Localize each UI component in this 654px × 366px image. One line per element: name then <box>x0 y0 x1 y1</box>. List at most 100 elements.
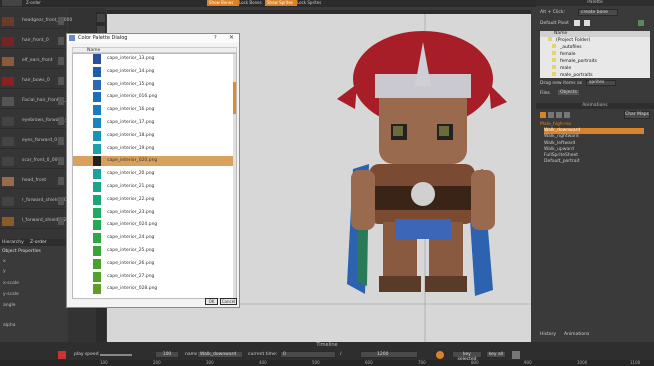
layer-row[interactable]: scar_front_0_000 <box>0 155 67 169</box>
tab-zorder[interactable]: Z-order <box>30 240 47 245</box>
layer-row[interactable]: r_forward_shield0_0 <box>0 195 67 209</box>
tab-history[interactable]: History <box>540 332 556 337</box>
animation-item[interactable]: Walk_leftward <box>544 141 644 147</box>
layer-row[interactable]: l_forward_shield0_2 <box>0 215 67 229</box>
palette-name: cape_interior_26.png <box>107 260 155 266</box>
palette-row[interactable]: cape_interior_15.png <box>73 79 236 90</box>
pivot-icon[interactable] <box>574 20 580 26</box>
key-all-button[interactable]: key all <box>486 351 506 358</box>
tree-item[interactable]: (Project Folder) <box>548 37 648 43</box>
refresh-icon[interactable] <box>638 20 644 26</box>
layer-row[interactable]: hair_front_0 <box>0 35 67 49</box>
tab-files[interactable]: Files <box>540 91 550 96</box>
visibility-icon[interactable] <box>58 97 64 105</box>
palette-row[interactable]: cape_interior_27.png <box>73 271 236 282</box>
palette-swatch <box>93 207 101 218</box>
palette-row[interactable]: cape_interior_20.png <box>73 169 236 180</box>
create-bone-select[interactable]: create bone <box>578 9 618 16</box>
visibility-icon[interactable] <box>58 37 64 45</box>
close-icon[interactable]: ✕ <box>229 34 234 41</box>
play-speed-value[interactable]: 100 <box>155 351 179 358</box>
layer-row[interactable]: headgear_front_0_000 <box>0 15 72 29</box>
layer-row[interactable]: head_front <box>0 175 67 189</box>
ok-button[interactable]: OK <box>205 298 218 305</box>
select-tool-icon[interactable] <box>97 14 105 22</box>
visibility-icon[interactable] <box>58 117 64 125</box>
palette-row[interactable]: cape_interior_22.png <box>73 194 236 205</box>
lock-sprites-toggle[interactable]: Lock Sprites <box>295 0 327 6</box>
palette-row[interactable]: cape_interior_14.png <box>73 66 236 77</box>
cancel-button[interactable]: Cancel <box>220 298 237 305</box>
list-scrollbar[interactable] <box>233 54 236 300</box>
record-icon[interactable] <box>58 351 66 359</box>
palette-row[interactable]: cape_interior_23.png <box>73 207 236 218</box>
animation-item[interactable]: Default_portrait <box>544 159 644 165</box>
help-icon[interactable]: ? <box>214 35 217 41</box>
folder-icon[interactable] <box>556 112 562 118</box>
arrow-icon[interactable] <box>12 0 22 6</box>
tree-item[interactable]: male_portraits <box>552 72 652 78</box>
tab-objects[interactable]: Objects <box>558 90 580 95</box>
scrollbar-thumb[interactable] <box>233 82 236 114</box>
palette-row[interactable]: cape_interior_016.png <box>73 92 236 103</box>
key-icon[interactable] <box>436 351 444 359</box>
timeline-ruler[interactable]: 100 200 300 400 500 600 700 800 900 1000 1100 <box>0 360 654 366</box>
prop-x-scale: x-scale <box>3 281 19 286</box>
settings-icon[interactable] <box>512 351 520 359</box>
visibility-icon[interactable] <box>58 177 64 185</box>
tree-item[interactable]: male <box>552 65 652 71</box>
tab-hierarchy[interactable]: Hierarchy <box>2 240 24 245</box>
palette-row[interactable]: cape_interior_024.png <box>73 220 236 231</box>
palette-row[interactable]: cape_interior_13.png <box>73 54 236 64</box>
layer-row[interactable]: Facial_hair_front_0_000 <box>0 95 75 109</box>
folder-icon <box>552 65 556 69</box>
layer-label: eyes_forward_0 <box>22 138 58 143</box>
tab-animations[interactable]: Animations <box>564 332 589 337</box>
layer-row[interactable]: eyes_forward_0 <box>0 135 67 149</box>
palette-name: cape_interior_25.png <box>107 248 155 253</box>
palette-row[interactable]: cape_interior_028.png <box>73 284 236 295</box>
animation-length-input[interactable]: 1200 <box>360 351 418 358</box>
lock-icon[interactable] <box>2 0 12 6</box>
animation-item[interactable]: Walk_rightward <box>544 134 644 140</box>
visibility-icon[interactable] <box>58 217 64 225</box>
play-speed-slider[interactable] <box>100 354 132 356</box>
layer-row[interactable]: elf_ears_front <box>0 55 67 69</box>
visibility-icon[interactable] <box>58 77 64 85</box>
char-maps-button[interactable]: Char Maps <box>624 111 650 119</box>
visibility-icon[interactable] <box>58 157 64 165</box>
visibility-icon[interactable] <box>58 17 64 25</box>
palette-swatch <box>93 156 101 167</box>
visibility-icon[interactable] <box>58 137 64 145</box>
palette-row[interactable]: cape_interior_17.png <box>73 118 236 128</box>
add-animation-icon[interactable] <box>540 112 546 118</box>
visibility-icon[interactable] <box>58 57 64 65</box>
current-time-input[interactable]: 0 <box>280 351 336 358</box>
layer-row[interactable]: eyebrows_forward_0 <box>0 115 68 129</box>
palette-row[interactable]: cape_interior_19.png <box>73 143 236 154</box>
palette-row[interactable]: cape_interior_020.png <box>73 156 236 167</box>
palette-row[interactable]: cape_interior_21.png <box>73 182 236 192</box>
tree-item[interactable]: female_portraits <box>552 58 652 64</box>
palette-row[interactable]: cape_interior_26.png <box>73 258 236 269</box>
palette-row[interactable]: cape_interior_18.png <box>73 130 236 141</box>
show-sprites-toggle[interactable]: Show Sprites <box>265 0 297 6</box>
tree-item[interactable]: _autofiles <box>552 44 652 50</box>
palette-name: cape_interior_13.png <box>107 56 155 61</box>
visibility-icon[interactable] <box>58 197 64 205</box>
lock-bones-toggle[interactable]: Lock Bones <box>237 0 267 6</box>
layer-row[interactable]: hair_bows_0 <box>0 75 67 89</box>
drop-mode-select[interactable]: sprites <box>586 80 616 86</box>
key-selected-button[interactable]: key selected <box>452 351 482 362</box>
palette-row[interactable]: cape_interior_24.png <box>73 233 236 244</box>
delete-icon[interactable] <box>564 112 570 118</box>
duplicate-animation-icon[interactable] <box>548 112 554 118</box>
animation-name-input[interactable]: Walk_downward <box>197 351 243 358</box>
tree-item[interactable]: female <box>552 51 652 57</box>
show-bones-toggle[interactable]: Show Bones <box>207 0 239 6</box>
palette-row[interactable]: cape_interior_25.png <box>73 246 236 256</box>
layer-label: elf_ears_front <box>22 58 53 63</box>
palette-row[interactable]: cape_interior_16.png <box>73 105 236 116</box>
file-icon[interactable] <box>584 20 590 26</box>
animation-item[interactable]: Walk_upward <box>544 147 644 153</box>
